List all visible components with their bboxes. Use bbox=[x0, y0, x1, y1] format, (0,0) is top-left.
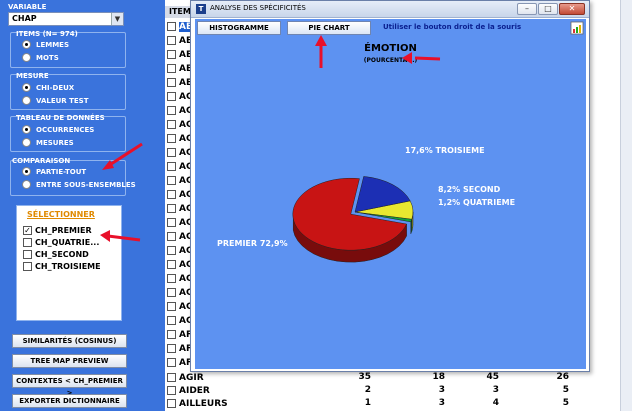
table-row[interactable]: AC bbox=[167, 132, 193, 145]
table-row[interactable]: AB bbox=[167, 48, 193, 61]
checkbox-icon[interactable] bbox=[167, 162, 176, 171]
checkbox-icon[interactable] bbox=[167, 288, 176, 297]
table-row[interactable]: AILLEURS bbox=[167, 397, 228, 410]
checkbox-icon[interactable] bbox=[167, 330, 176, 339]
table-row[interactable]: AB bbox=[167, 20, 193, 33]
table-row[interactable]: AC bbox=[167, 188, 193, 201]
checkbox-icon[interactable] bbox=[167, 78, 176, 87]
table-row[interactable]: AC bbox=[167, 244, 193, 257]
pie-label-troisieme: 17,6% TROISIEME bbox=[405, 146, 485, 155]
checkbox-icon[interactable] bbox=[167, 386, 176, 395]
table-row[interactable]: AC bbox=[167, 174, 193, 187]
table-row[interactable]: AGIR bbox=[167, 371, 204, 384]
table-row[interactable]: AC bbox=[167, 272, 193, 285]
arrowhead-icon bbox=[100, 230, 110, 242]
checkbox-icon[interactable] bbox=[167, 92, 176, 101]
table-row[interactable]: AF bbox=[167, 342, 192, 355]
dialog-annotation-arrows bbox=[315, 35, 441, 68]
table-cell: 2 bbox=[364, 385, 371, 395]
arrow-selection bbox=[107, 234, 141, 242]
table-scrollbar[interactable] bbox=[620, 0, 632, 411]
table-row[interactable]: AC bbox=[167, 216, 193, 229]
table-cell: 18 bbox=[432, 372, 445, 382]
table-cell: 45 bbox=[486, 372, 499, 382]
checkbox-icon[interactable] bbox=[167, 204, 176, 213]
annotation-arrows bbox=[100, 142, 143, 242]
checkbox-icon[interactable] bbox=[167, 302, 176, 311]
checkbox-icon[interactable] bbox=[167, 36, 176, 45]
checkbox-icon[interactable] bbox=[167, 64, 176, 73]
table-cell: 1 bbox=[364, 398, 371, 408]
table-row[interactable]: AC bbox=[167, 300, 193, 313]
table-row[interactable]: AC bbox=[167, 90, 193, 103]
checkbox-icon[interactable] bbox=[167, 316, 176, 325]
checkbox-icon[interactable] bbox=[167, 176, 176, 185]
table-row[interactable]: AC bbox=[167, 104, 193, 117]
table-row[interactable]: AF bbox=[167, 356, 192, 369]
table-cell: 35 bbox=[358, 372, 371, 382]
table-row[interactable]: AC bbox=[167, 258, 193, 271]
table-row[interactable]: AC bbox=[167, 202, 193, 215]
checkbox-icon[interactable] bbox=[167, 120, 176, 129]
table-row[interactable]: AC bbox=[167, 286, 193, 299]
table-row[interactable]: AB bbox=[167, 62, 193, 75]
checkbox-icon[interactable] bbox=[167, 134, 176, 143]
checkbox-icon[interactable] bbox=[167, 218, 176, 227]
table-row[interactable]: AC bbox=[167, 314, 193, 327]
table-cell: 5 bbox=[562, 385, 569, 395]
table-row[interactable]: AF bbox=[167, 328, 192, 341]
pie-label-second: 8,2% SECOND bbox=[438, 185, 501, 194]
checkbox-icon[interactable] bbox=[167, 399, 176, 408]
table-cell: 26 bbox=[556, 372, 569, 382]
pie-label-premier: PREMIER 72,9% bbox=[217, 239, 288, 248]
table-row[interactable]: AC bbox=[167, 118, 193, 131]
arrow-chart-title bbox=[414, 56, 441, 61]
table-cell: 4 bbox=[492, 398, 499, 408]
checkbox-icon[interactable] bbox=[167, 22, 176, 31]
checkbox-icon[interactable] bbox=[167, 190, 176, 199]
checkbox-icon[interactable] bbox=[167, 50, 176, 59]
checkbox-icon[interactable] bbox=[167, 274, 176, 283]
checkbox-icon[interactable] bbox=[167, 344, 176, 353]
table-row[interactable]: AC bbox=[167, 160, 193, 173]
table-cell: 3 bbox=[438, 385, 445, 395]
table-cell: 5 bbox=[562, 398, 569, 408]
checkbox-icon[interactable] bbox=[167, 358, 176, 367]
arrowhead-icon bbox=[402, 52, 412, 64]
table-row[interactable]: AC bbox=[167, 146, 193, 159]
checkbox-icon[interactable] bbox=[167, 148, 176, 157]
arrow-comparaison bbox=[107, 142, 143, 168]
table-cell: 3 bbox=[492, 385, 499, 395]
checkbox-icon[interactable] bbox=[167, 232, 176, 241]
table-row[interactable]: AB bbox=[167, 76, 193, 89]
checkbox-icon[interactable] bbox=[167, 373, 176, 382]
arrowhead-icon bbox=[315, 35, 327, 46]
table-row[interactable]: AB bbox=[167, 34, 193, 47]
table-row[interactable]: AC bbox=[167, 230, 193, 243]
table-row[interactable]: AIDER bbox=[167, 384, 210, 397]
pie-label-quatrieme: 1,2% QUATRIEME bbox=[438, 198, 515, 207]
table-cell: 3 bbox=[438, 398, 445, 408]
left-panel: VARIABLE CHAP ▼ ITEMS (N= 974) LEMMES MO… bbox=[0, 0, 165, 411]
checkbox-icon[interactable] bbox=[167, 260, 176, 269]
checkbox-icon[interactable] bbox=[167, 246, 176, 255]
checkbox-icon[interactable] bbox=[167, 106, 176, 115]
